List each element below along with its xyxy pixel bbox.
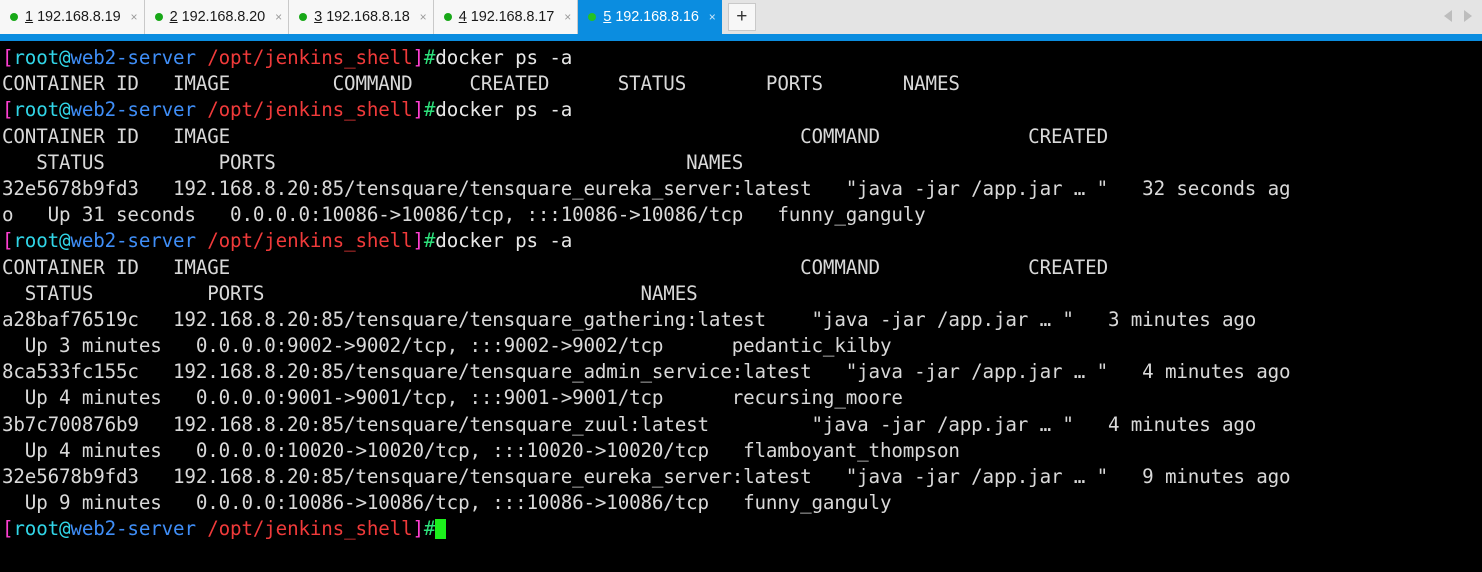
- prompt-path: /opt/jenkins_shell: [207, 98, 413, 122]
- terminal-output-text: CONTAINER ID IMAGE COMMAND CREATED: [2, 255, 1108, 279]
- tab-address-label: 192.168.8.18: [326, 9, 410, 25]
- tab-index-label: 3: [314, 9, 323, 25]
- tab-index-label: 2: [169, 9, 178, 25]
- terminal-command: docker ps -a: [435, 229, 573, 253]
- terminal-output-line: Up 4 minutes 0.0.0.0:9001->9001/tcp, :::…: [2, 385, 1482, 411]
- prompt-path: /opt/jenkins_shell: [207, 229, 413, 253]
- terminal-output-text: Up 4 minutes 0.0.0.0:9001->9001/tcp, :::…: [2, 386, 903, 410]
- prompt-close-bracket: ]: [412, 46, 424, 69]
- terminal-output-line: CONTAINER ID IMAGE COMMAND CREATED STATU…: [2, 71, 1482, 97]
- close-tab-icon[interactable]: ×: [564, 11, 571, 23]
- terminal-output-text: STATUS PORTS NAMES: [2, 281, 698, 305]
- prompt-open-bracket: [: [2, 98, 14, 122]
- terminal-prompt-line: [root@web2-server /opt/jenkins_shell]#do…: [2, 97, 1482, 123]
- prompt-path: /opt/jenkins_shell: [207, 46, 413, 69]
- prompt-close-bracket: ]: [412, 229, 424, 253]
- connection-status-icon: [588, 13, 597, 21]
- terminal-output-text: 32e5678b9fd3 192.168.8.20:85/tensquare/t…: [2, 465, 1291, 488]
- terminal-output-line: STATUS PORTS NAMES: [2, 281, 1482, 307]
- tab-address-label: 192.168.8.16: [615, 9, 699, 25]
- terminal-tab-2[interactable]: 2 192.168.8.20 ×: [144, 0, 290, 34]
- connection-status-icon: [10, 13, 18, 21]
- terminal-tab-5[interactable]: 5 192.168.8.16 ×: [578, 0, 722, 34]
- terminal-output-text: o Up 31 seconds 0.0.0.0:10086->10086/tcp…: [2, 203, 926, 227]
- terminal-output-line: 32e5678b9fd3 192.168.8.20:85/tensquare/t…: [2, 464, 1482, 490]
- prompt-close-bracket: ]: [412, 98, 424, 122]
- prompt-close-bracket: ]: [412, 517, 424, 541]
- tab-address-label: 192.168.8.20: [181, 9, 266, 25]
- terminal-output[interactable]: [root@web2-server /opt/jenkins_shell]#do…: [0, 41, 1482, 572]
- tab-index-label: 4: [458, 9, 467, 25]
- prompt-user: root@: [13, 229, 71, 253]
- terminal-output-text: 8ca533fc155c 192.168.8.20:85/tensquare/t…: [2, 360, 1291, 384]
- connection-status-icon: [443, 13, 452, 21]
- tab-index-label: 1: [25, 9, 34, 25]
- tab-scroll-controls: [1444, 10, 1472, 22]
- terminal-output-text: CONTAINER ID IMAGE COMMAND CREATED: [2, 124, 1108, 148]
- prompt-host: web2-server: [70, 46, 196, 69]
- terminal-output-line: CONTAINER ID IMAGE COMMAND CREATED: [2, 255, 1482, 281]
- close-tab-icon[interactable]: ×: [275, 11, 282, 23]
- prompt-open-bracket: [: [2, 229, 14, 253]
- tab-index-label: 5: [603, 9, 612, 25]
- connection-status-icon: [154, 13, 163, 21]
- terminal-prompt-line: [root@web2-server /opt/jenkins_shell]#: [2, 516, 1482, 542]
- terminal-output-text: Up 3 minutes 0.0.0.0:9002->9002/tcp, :::…: [2, 334, 892, 358]
- terminal-output-text: 32e5678b9fd3 192.168.8.20:85/tensquare/t…: [2, 176, 1291, 200]
- prompt-host: web2-server: [70, 517, 196, 541]
- close-tab-icon[interactable]: ×: [131, 11, 138, 23]
- terminal-output-text: STATUS PORTS NAMES: [2, 150, 744, 174]
- scroll-tabs-right-icon[interactable]: [1464, 10, 1472, 22]
- terminal-output-line: STATUS PORTS NAMES: [2, 150, 1482, 176]
- new-tab-button[interactable]: +: [727, 3, 756, 31]
- tab-address-label: 192.168.8.17: [470, 9, 555, 25]
- terminal-output-text: a28baf76519c 192.168.8.20:85/tensquare/t…: [2, 307, 1257, 331]
- terminal-output-text: Up 9 minutes 0.0.0.0:10086->10086/tcp, :…: [2, 491, 892, 515]
- prompt-host: web2-server: [70, 229, 196, 253]
- prompt-user: root@: [13, 517, 71, 541]
- terminal-output-line: Up 9 minutes 0.0.0.0:10086->10086/tcp, :…: [2, 490, 1482, 516]
- terminal-prompt-line: [root@web2-server /opt/jenkins_shell]#do…: [2, 228, 1482, 254]
- new-tab-label: +: [736, 6, 748, 27]
- prompt-hash: #: [423, 98, 436, 122]
- terminal-tab-1[interactable]: 1 192.168.8.19 ×: [0, 0, 145, 34]
- prompt-user: root@: [13, 98, 71, 122]
- terminal-command: docker ps -a: [435, 46, 573, 69]
- prompt-hash: #: [423, 46, 436, 69]
- prompt-path: /opt/jenkins_shell: [207, 517, 413, 541]
- tab-bar: 1 192.168.8.19 × 2 192.168.8.20 × 3 192.168.8.1…: [0, 0, 1482, 34]
- prompt-host: web2-server: [70, 98, 196, 122]
- terminal-tab-3[interactable]: 3 192.168.8.18 ×: [289, 0, 434, 34]
- terminal-prompt-line: [root@web2-server /opt/jenkins_shell]#do…: [2, 45, 1482, 71]
- prompt-user: root@: [13, 46, 71, 69]
- terminal-output-line: o Up 31 seconds 0.0.0.0:10086->10086/tcp…: [2, 202, 1482, 228]
- prompt-open-bracket: [: [2, 517, 14, 541]
- terminal-output-text: Up 4 minutes 0.0.0.0:10020->10020/tcp, :…: [2, 438, 960, 462]
- close-tab-icon[interactable]: ×: [420, 11, 427, 23]
- terminal-output-line: CONTAINER ID IMAGE COMMAND CREATED: [2, 124, 1482, 150]
- accent-divider: [0, 34, 1482, 41]
- terminal-output-line: Up 4 minutes 0.0.0.0:10020->10020/tcp, :…: [2, 438, 1482, 464]
- connection-status-icon: [299, 13, 308, 21]
- prompt-open-bracket: [: [2, 46, 14, 69]
- terminal-output-line: Up 3 minutes 0.0.0.0:9002->9002/tcp, :::…: [2, 333, 1482, 359]
- close-tab-icon[interactable]: ×: [709, 11, 716, 23]
- terminal-output-line: 3b7c700876b9 192.168.8.20:85/tensquare/t…: [2, 412, 1482, 438]
- scroll-tabs-left-icon[interactable]: [1444, 10, 1452, 22]
- terminal-tab-4[interactable]: 4 192.168.8.17 ×: [433, 0, 579, 34]
- tab-address-label: 192.168.8.19: [37, 9, 121, 25]
- terminal-output-text: 3b7c700876b9 192.168.8.20:85/tensquare/t…: [2, 412, 1257, 436]
- terminal-output-line: 8ca533fc155c 192.168.8.20:85/tensquare/t…: [2, 359, 1482, 385]
- terminal-output-text: CONTAINER ID IMAGE COMMAND CREATED STATU…: [2, 72, 960, 96]
- terminal-cursor: [435, 519, 447, 540]
- terminal-output-line: a28baf76519c 192.168.8.20:85/tensquare/t…: [2, 307, 1482, 333]
- terminal-command: docker ps -a: [435, 98, 573, 122]
- prompt-hash: #: [423, 517, 436, 541]
- terminal-output-line: 32e5678b9fd3 192.168.8.20:85/tensquare/t…: [2, 176, 1482, 202]
- prompt-hash: #: [423, 229, 436, 253]
